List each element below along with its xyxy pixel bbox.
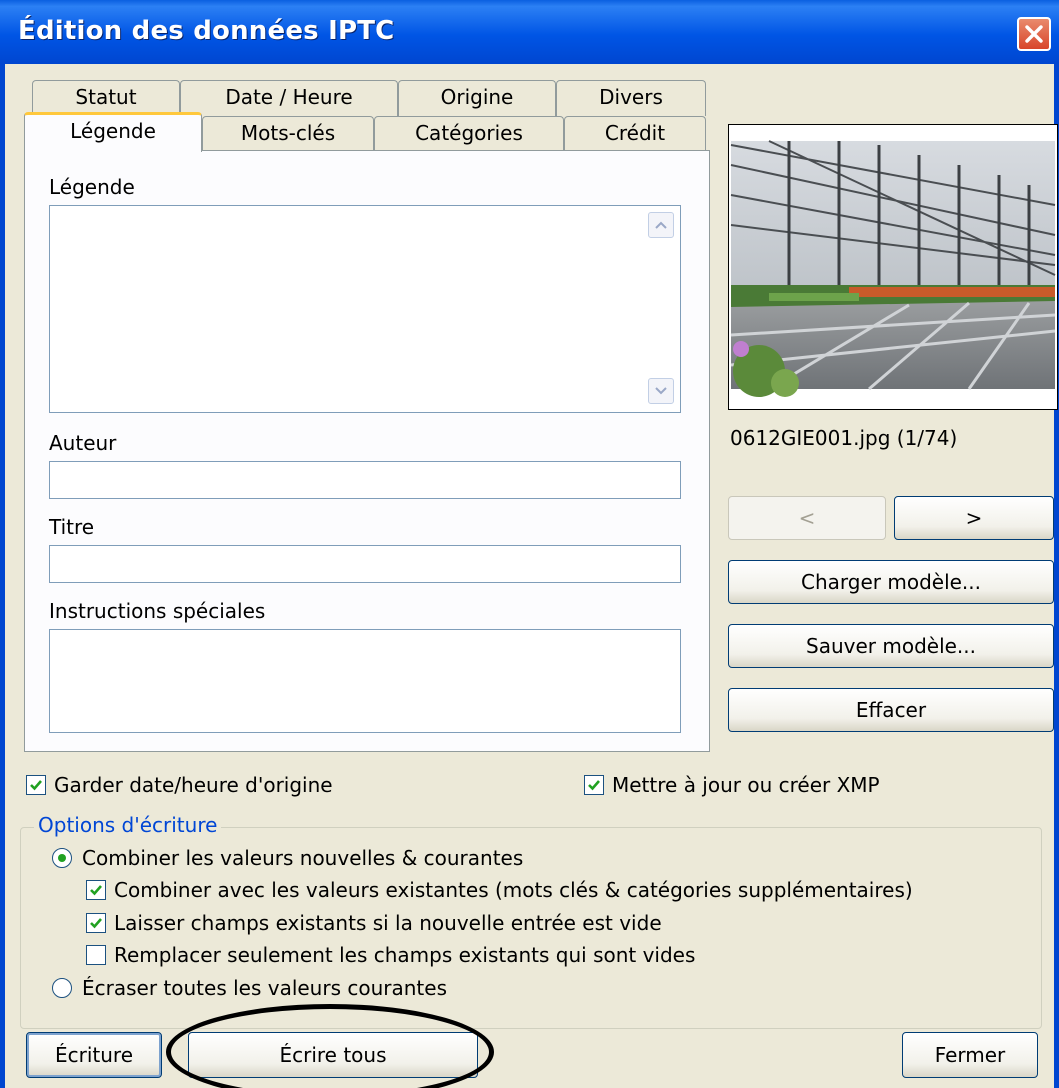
title-bar[interactable]: Édition des données IPTC (0, 0, 1059, 64)
overwrite-values-radio[interactable] (52, 978, 72, 998)
write-button-label: Écriture (54, 1043, 134, 1067)
greenhouse-thumbnail (729, 125, 1057, 409)
write-all-button[interactable]: Écrire tous (188, 1032, 478, 1078)
combine-existing-label: Combiner avec les valeurs existantes (mo… (114, 878, 913, 902)
tab-credit[interactable]: Crédit (564, 116, 706, 152)
keep-date-label: Garder date/heure d'origine (54, 773, 333, 797)
leave-existing-checkbox[interactable] (86, 913, 106, 933)
legende-textarea[interactable] (49, 205, 681, 413)
write-all-button-label: Écrire tous (279, 1043, 387, 1067)
close-dialog-label: Fermer (934, 1043, 1006, 1067)
clear-button[interactable]: Effacer (728, 688, 1054, 732)
replace-empty-label: Remplacer seulement les champs existants… (114, 943, 696, 967)
write-button[interactable]: Écriture (26, 1032, 162, 1078)
save-template-label: Sauver modèle... (806, 634, 976, 658)
auteur-input[interactable] (49, 461, 681, 499)
scroll-down-button[interactable] (648, 378, 674, 404)
tab-divers[interactable]: Divers (556, 80, 706, 116)
overwrite-values-label: Écraser toutes les valeurs courantes (82, 976, 447, 1000)
tab-date-heure[interactable]: Date / Heure (180, 80, 398, 116)
keep-date-checkbox[interactable] (26, 775, 46, 795)
window-frame-left (0, 64, 5, 1088)
combine-values-label: Combiner les valeurs nouvelles & courant… (82, 846, 524, 870)
close-dialog-button[interactable]: Fermer (902, 1032, 1038, 1078)
titre-input[interactable] (49, 545, 681, 583)
iptc-dialog: Édition des données IPTC Statut Date / H… (0, 0, 1059, 1088)
preview-filename: 0612GIE001.jpg (1/74) (730, 426, 958, 450)
tab-panel-legende: Légende Auteur Titre Instructions spécia… (24, 150, 710, 752)
scroll-up-button[interactable] (648, 212, 674, 238)
radio-selected-dot (58, 854, 66, 862)
combine-existing-checkbox[interactable] (86, 880, 106, 900)
next-button[interactable]: > (894, 496, 1054, 540)
next-button-label: > (965, 506, 983, 530)
combine-values-radio[interactable] (52, 848, 72, 868)
previous-button[interactable]: < (728, 496, 886, 540)
tab-statut[interactable]: Statut (32, 80, 180, 116)
auteur-label: Auteur (49, 431, 117, 455)
update-xmp-label: Mettre à jour ou créer XMP (612, 773, 880, 797)
tab-origine[interactable]: Origine (398, 80, 556, 116)
image-preview (728, 124, 1058, 410)
load-template-label: Charger modèle... (801, 570, 981, 594)
leave-existing-label: Laisser champs existants si la nouvelle … (114, 911, 662, 935)
update-xmp-checkbox[interactable] (584, 775, 604, 795)
instructions-label: Instructions spéciales (49, 599, 266, 623)
window-title: Édition des données IPTC (18, 16, 395, 46)
clear-label: Effacer (855, 698, 927, 722)
load-template-button[interactable]: Charger modèle... (728, 560, 1054, 604)
previous-button-label: < (798, 506, 816, 530)
tab-legende[interactable]: Légende (24, 112, 202, 152)
instructions-textarea[interactable] (49, 629, 681, 733)
legende-label: Légende (49, 175, 135, 199)
save-template-button[interactable]: Sauver modèle... (728, 624, 1054, 668)
write-options-title: Options d'écriture (34, 813, 222, 837)
replace-empty-checkbox[interactable] (86, 945, 106, 965)
close-button[interactable] (1017, 17, 1051, 51)
tab-categories[interactable]: Catégories (374, 116, 564, 152)
titre-label: Titre (49, 515, 95, 539)
tab-mots-cles[interactable]: Mots-clés (202, 116, 374, 152)
